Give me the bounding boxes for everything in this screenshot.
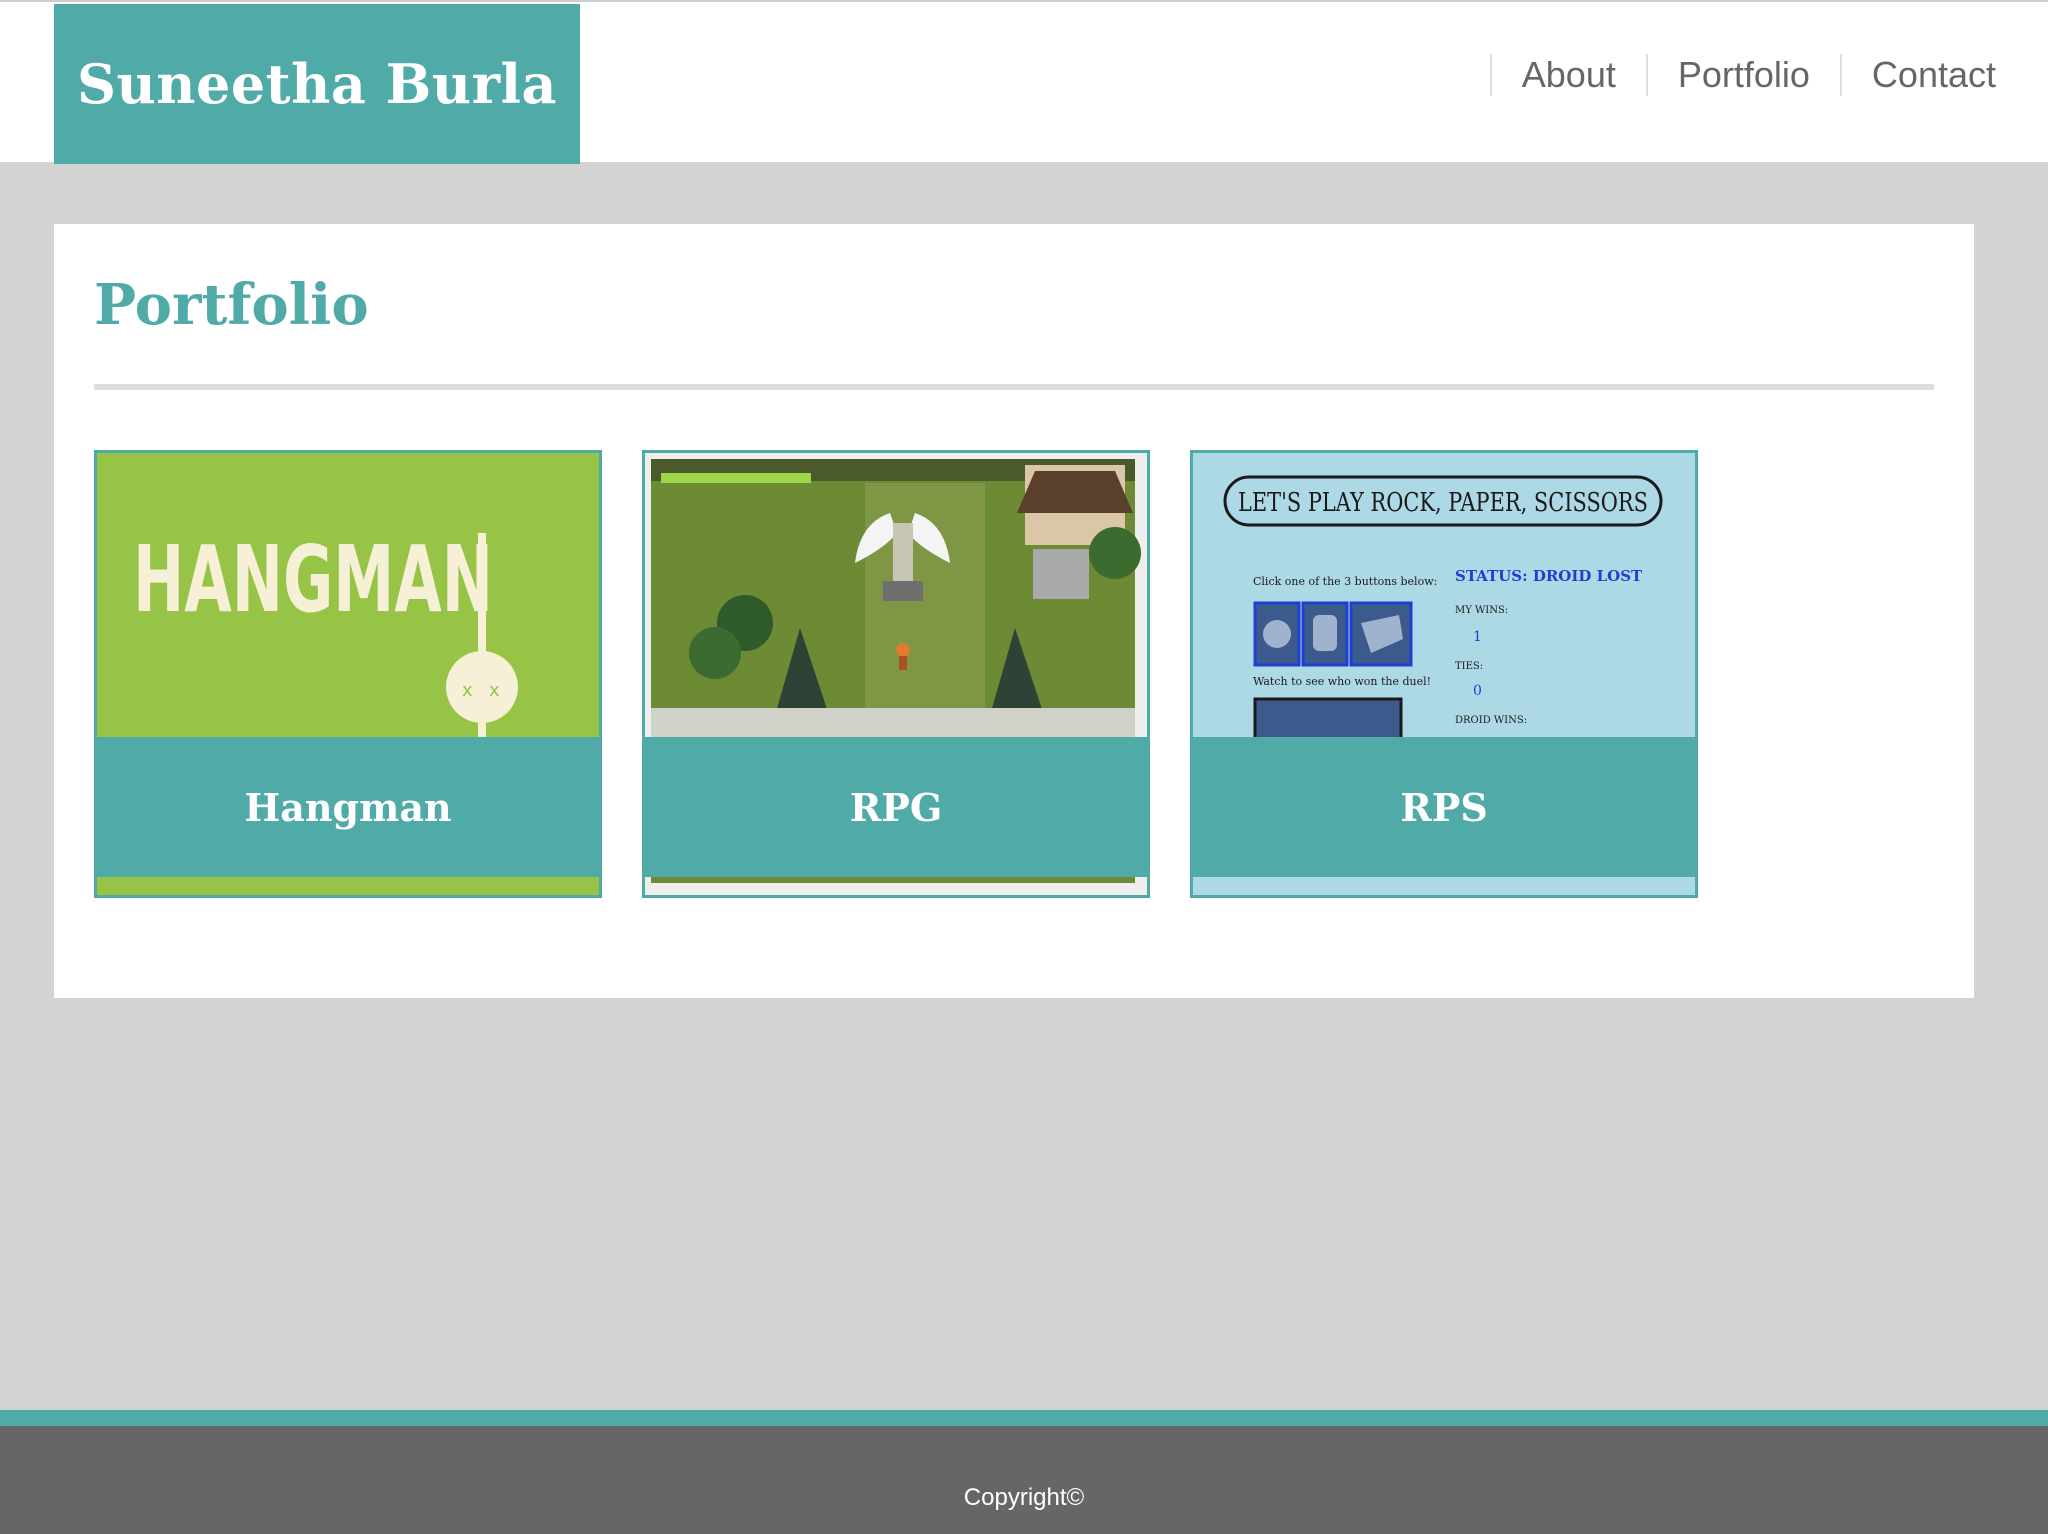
brand-logo[interactable]: Suneetha Burla: [54, 4, 580, 164]
project-title: Hangman: [244, 784, 452, 830]
rps-mywins-label: MY WINS:: [1455, 605, 1508, 616]
rps-choice-buttons: [1253, 601, 1413, 667]
svg-text:x: x: [489, 680, 500, 701]
nav-contact[interactable]: Contact: [1839, 54, 1996, 96]
site-footer: Copyright©: [0, 1426, 2048, 1534]
rps-mywins-value: 1: [1473, 629, 1482, 645]
project-title: RPS: [1400, 784, 1488, 830]
page-title: Portfolio: [94, 272, 369, 338]
copyright-text: Copyright©: [963, 1484, 1085, 1511]
title-divider: [94, 384, 1934, 390]
project-card-rps[interactable]: LET'S PLAY ROCK, PAPER, SCISSORS Click o…: [1190, 450, 1698, 898]
main-nav: About Portfolio Contact: [1489, 54, 1996, 96]
site-header: Suneetha Burla About Portfolio Contact: [0, 0, 2048, 164]
project-caption: RPG: [645, 737, 1147, 877]
rps-droidwins-label: DROID WINS:: [1455, 715, 1527, 726]
project-card-rpg[interactable]: RPG: [642, 450, 1150, 898]
nav-about[interactable]: About: [1489, 54, 1646, 96]
rps-ties-label: TIES:: [1455, 661, 1483, 672]
project-caption: RPS: [1193, 737, 1695, 877]
rps-ties-value: 0: [1473, 683, 1482, 699]
project-caption: Hangman: [97, 737, 599, 877]
rps-heading-text: LET'S PLAY ROCK, PAPER, SCISSORS: [1238, 488, 1648, 518]
hangman-logo-text: HANGMAN: [133, 526, 493, 633]
portfolio-panel: Portfolio HANGMAN x x Hangman RPG LET'S …: [54, 224, 1974, 998]
project-card-hangman[interactable]: HANGMAN x x Hangman: [94, 450, 602, 898]
project-title: RPG: [849, 784, 943, 830]
rps-status-text: STATUS: DROID LOST: [1455, 567, 1643, 585]
footer-accent-bar: [0, 1410, 2048, 1426]
svg-text:x: x: [462, 680, 473, 701]
rps-watch-text: Watch to see who won the duel!: [1253, 675, 1431, 688]
nav-portfolio[interactable]: Portfolio: [1645, 54, 1840, 96]
rps-instructions-text: Click one of the 3 buttons below:: [1253, 575, 1437, 588]
brand-name: Suneetha Burla: [76, 52, 558, 116]
